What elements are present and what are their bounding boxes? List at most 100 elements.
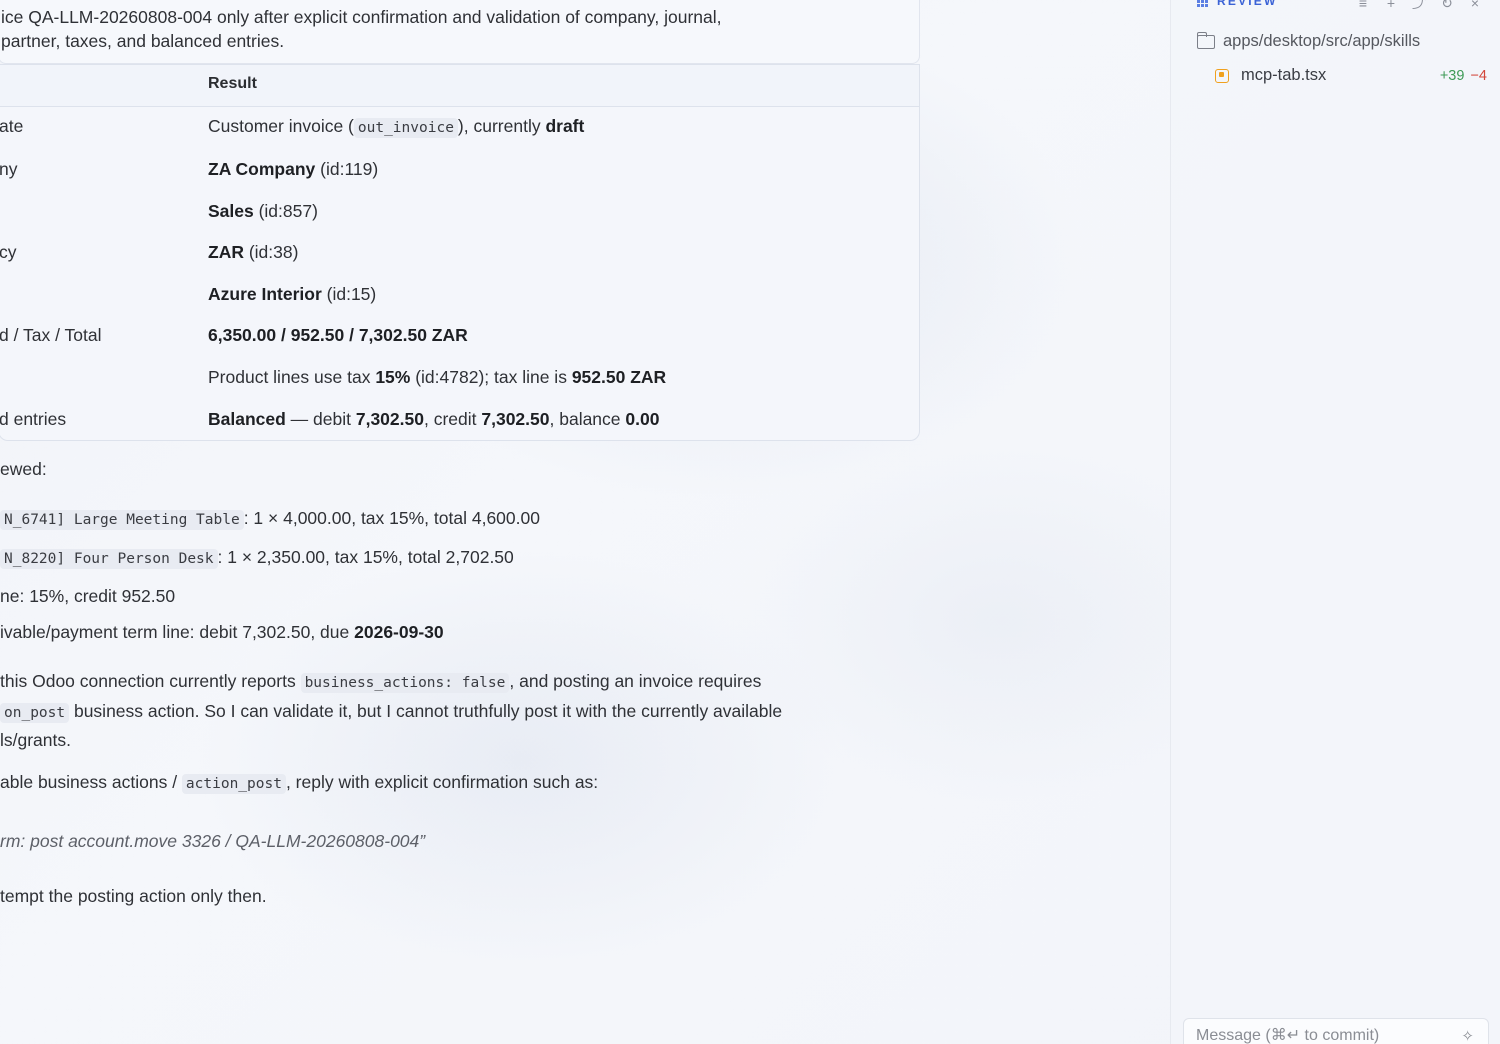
text-segment: ne: 15%, credit 952.50 — [0, 586, 176, 606]
chat-panel: ice QA-LLM-20260808-004 only after expli… — [0, 0, 1170, 1044]
text-segment: this Odoo connection currently reports — [0, 671, 301, 691]
table-cell-result: Customer invoice (out_invoice), currentl… — [208, 116, 585, 138]
message-line: N_6741] Large Meeting Table: 1 × 4,000.0… — [0, 508, 540, 530]
message-line: on_post business action. So I can valida… — [0, 701, 783, 723]
inline-code: business_actions: false — [300, 673, 510, 693]
bold-text: 15% — [375, 367, 411, 387]
bold-text: 7,302.50 — [481, 409, 550, 429]
inline-code: on_post — [0, 703, 70, 723]
table-cell-label: ny — [0, 159, 18, 179]
inline-code: N_6741] Large Meeting Table — [0, 510, 244, 530]
text-segment: (id:4782); tax line is — [410, 367, 572, 387]
table-cell-result: ZAR (id:38) — [208, 242, 298, 263]
intro-line-2: partner, taxes, and balanced entries. — [1, 31, 285, 51]
text-segment: business action. So I can validate it, b… — [69, 701, 783, 721]
column-header-result: Result — [208, 75, 257, 92]
table-cell-result: Product lines use tax 15% (id:4782); tax… — [208, 367, 666, 388]
inline-code: out_invoice — [353, 118, 458, 138]
plus-icon[interactable]: + — [1384, 0, 1398, 10]
branch-icon[interactable]: ⤴ — [1412, 0, 1426, 10]
inline-code: action_post — [181, 774, 286, 794]
table-row: cy ZAR (id:38) — [0, 233, 919, 274]
bold-text: Balanced — [208, 409, 286, 429]
text-segment: (id:857) — [253, 201, 318, 221]
table-cell-result: Sales (id:857) — [208, 201, 318, 222]
bold-text: draft — [545, 116, 585, 136]
table-row: ny ZA Company (id:119) — [0, 150, 919, 191]
table-row: ate Customer invoice (out_invoice), curre… — [0, 107, 919, 148]
message-line: N_8220] Four Person Desk: 1 × 2,350.00, … — [0, 547, 514, 569]
sparkle-icon[interactable]: ✧ — [1461, 1027, 1474, 1044]
review-toolbar: ≡ + ⤴ ↻ × — [1356, 0, 1482, 10]
text-segment: Product lines use tax — [208, 367, 376, 387]
list-icon[interactable]: ≡ — [1356, 0, 1370, 10]
inline-code: N_8220] Four Person Desk — [0, 549, 218, 569]
bold-text: ZAR — [208, 242, 244, 262]
review-icon — [1197, 0, 1208, 7]
message-line: able business actions / action_post, rep… — [0, 772, 599, 794]
message-line: tempt the posting action only then. — [0, 886, 267, 907]
message-line: ivable/payment term line: debit 7,302.50… — [0, 622, 444, 643]
table-cell-label: ate — [0, 116, 24, 136]
table-header: Result — [0, 65, 919, 107]
table-cell-result: ZA Company (id:119) — [208, 159, 378, 180]
message-line: rm: post account.move 3326 / QA-LLM-2026… — [0, 831, 425, 852]
table-cell-result: 6,350.00 / 952.50 / 7,302.50 ZAR — [208, 325, 468, 346]
message-line: ls/grants. — [0, 730, 71, 751]
intro-message-card: ice QA-LLM-20260808-004 only after expli… — [0, 0, 920, 64]
bold-text: 2026-09-30 — [354, 622, 444, 642]
modified-file-icon — [1215, 68, 1229, 83]
text-segment: ), currently — [457, 116, 546, 136]
table-row: d entries Balanced — debit 7,302.50, cred… — [0, 400, 919, 440]
message-line: ne: 15%, credit 952.50 — [0, 586, 175, 607]
text-segment: ls/grants. — [0, 730, 71, 750]
table-row: Sales (id:857) — [0, 192, 919, 233]
folder-path: apps/desktop/src/app/skills — [1223, 32, 1421, 50]
text-segment: : 1 × 4,000.00, tax 15%, total 4,600.00 — [243, 508, 540, 528]
bold-text: ZA Company — [208, 159, 316, 179]
table-cell-label: cy — [0, 242, 17, 262]
text-segment: able business actions / — [0, 772, 182, 792]
text-segment: , credit — [423, 409, 482, 429]
text-segment: (id:38) — [243, 242, 299, 262]
bold-text: 6,350.00 / 952.50 / 7,302.50 ZAR — [208, 325, 468, 345]
message-line: this Odoo connection currently reports b… — [0, 671, 762, 693]
text-segment: (id:119) — [315, 159, 379, 179]
table-cell-result: Balanced — debit 7,302.50, credit 7,302.… — [208, 409, 659, 430]
table-cell-result: Azure Interior (id:15) — [208, 284, 376, 305]
refresh-icon[interactable]: ↻ — [1440, 0, 1454, 10]
text-segment: ivable/payment term line: debit 7,302.50… — [0, 622, 355, 642]
commit-message-box: ✧ — [1183, 1018, 1489, 1044]
text-segment: , reply with explicit confirmation such … — [285, 772, 599, 792]
table-cell-label: d entries — [0, 409, 67, 429]
deletions-count: −4 — [1470, 67, 1487, 84]
table-cell-label: d / Tax / Total — [0, 325, 102, 345]
file-name: mcp-tab.tsx — [1241, 66, 1327, 84]
text-segment: — debit — [285, 409, 356, 429]
bold-text: Sales — [208, 201, 254, 221]
review-panel: REVIEW ≡ + ⤴ ↻ × apps/desktop/src/app/sk… — [1170, 0, 1500, 1044]
intro-line-1: ice QA-LLM-20260808-004 only after expli… — [1, 7, 722, 27]
folder-icon — [1196, 31, 1215, 49]
bold-text: 0.00 — [625, 409, 660, 429]
review-title: REVIEW — [1217, 0, 1278, 8]
validation-table: Result ate Customer invoice (out_invoice)… — [0, 64, 920, 441]
quote-text: rm: post account.move 3326 / QA-LLM-2026… — [0, 831, 426, 851]
text-segment: (id:15) — [321, 284, 377, 304]
bold-text: 952.50 ZAR — [571, 367, 667, 387]
text-segment: ewed: — [0, 459, 47, 479]
folder-row[interactable]: apps/desktop/src/app/skills — [1196, 31, 1421, 51]
changed-file-row[interactable]: mcp-tab.tsx +39 −4 — [1215, 66, 1487, 85]
text-segment: Customer invoice ( — [208, 116, 354, 136]
review-header: REVIEW — [1197, 0, 1278, 8]
table-row: d / Tax / Total 6,350.00 / 952.50 / 7,302… — [0, 316, 919, 357]
text-segment: , and posting an invoice requires — [509, 671, 762, 691]
bold-text: Azure Interior — [208, 284, 322, 304]
close-icon[interactable]: × — [1468, 0, 1482, 10]
table-row: Product lines use tax 15% (id:4782); tax… — [0, 358, 919, 399]
text-segment: tempt the posting action only then. — [0, 886, 267, 906]
commit-message-input[interactable] — [1184, 1019, 1444, 1044]
table-row: Azure Interior (id:15) — [0, 275, 919, 316]
text-segment: , balance — [549, 409, 626, 429]
additions-count: +39 — [1439, 67, 1465, 84]
